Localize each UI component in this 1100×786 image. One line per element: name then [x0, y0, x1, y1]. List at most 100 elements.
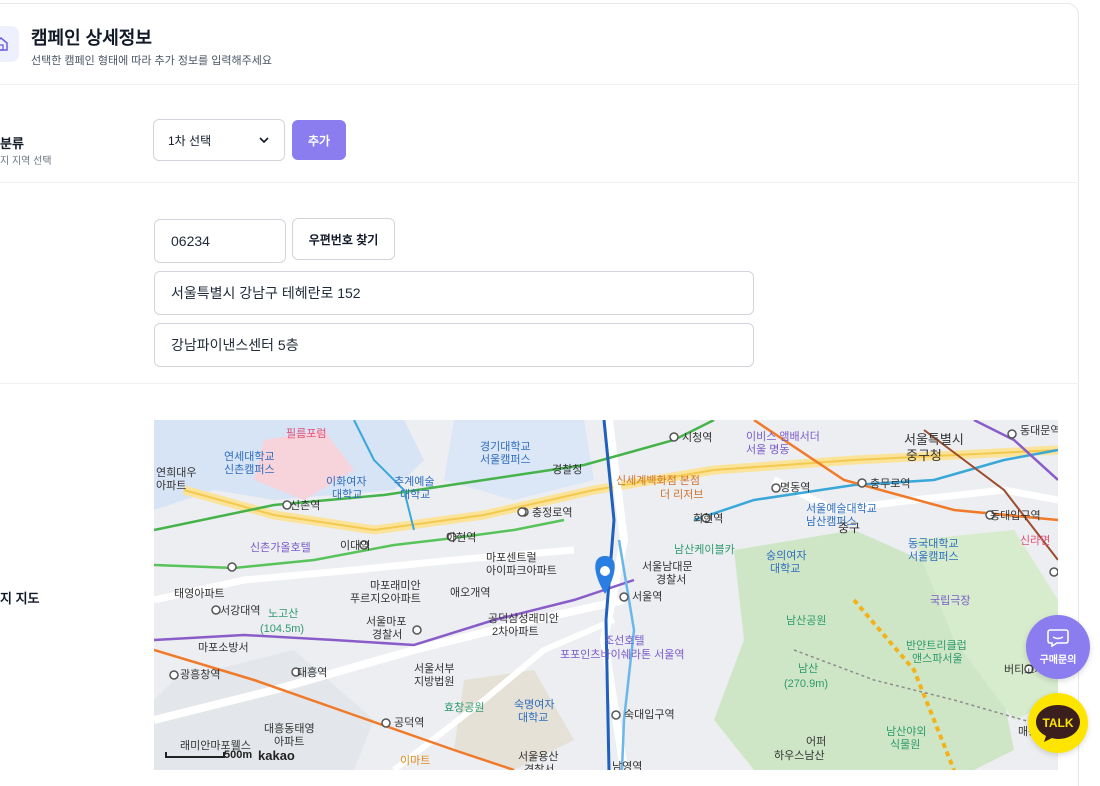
svg-text:서울캠퍼스: 서울캠퍼스 — [480, 453, 531, 466]
svg-text:중구청: 중구청 — [906, 448, 942, 463]
add-region-button[interactable]: 추가 — [292, 120, 346, 160]
svg-text:(104.5m): (104.5m) — [260, 623, 304, 635]
map-attribution: kakao — [258, 748, 295, 763]
svg-text:충정로역: 충정로역 — [532, 506, 572, 519]
svg-text:애오개역: 애오개역 — [450, 586, 490, 599]
svg-text:대흥역: 대흥역 — [297, 665, 327, 679]
svg-text:(270.9m): (270.9m) — [784, 678, 828, 690]
svg-text:연희대우: 연희대우 — [156, 466, 196, 479]
svg-text:대학교: 대학교 — [518, 711, 548, 724]
svg-text:대학교: 대학교 — [332, 488, 362, 501]
svg-text:남영역: 남영역 — [612, 760, 642, 770]
purchase-inquiry-button[interactable]: 구매문의 — [1026, 615, 1090, 679]
svg-text:어퍼: 어퍼 — [806, 735, 826, 748]
svg-text:대흥동태영: 대흥동태영 — [264, 721, 315, 735]
find-postcode-button[interactable]: 우편번호 찾기 — [292, 218, 395, 260]
svg-text:이대역: 이대역 — [340, 539, 370, 552]
postcode-input[interactable]: 06234 — [154, 219, 286, 263]
svg-text:서울캠퍼스: 서울캠퍼스 — [908, 550, 959, 563]
svg-text:앤스파서울: 앤스파서울 — [912, 652, 963, 665]
page-subtitle: 선택한 캠페인 형태에 따라 추가 정보를 입력해주세요 — [31, 55, 272, 67]
address-input[interactable]: 서울특별시 강남구 테헤란로 152 — [154, 271, 754, 315]
map-label: 지 지도 — [0, 591, 40, 606]
svg-text:경찰서: 경찰서 — [372, 628, 402, 641]
svg-text:신촌가올호텔: 신촌가올호텔 — [250, 541, 311, 554]
svg-text:경기대학교: 경기대학교 — [480, 440, 531, 453]
svg-text:충무로역: 충무로역 — [870, 477, 910, 490]
kakao-talk-button[interactable]: TALK — [1028, 693, 1088, 753]
svg-text:조선호텔: 조선호텔 — [604, 634, 644, 647]
svg-text:숙대입구역: 숙대입구역 — [624, 708, 675, 721]
svg-text:명동역: 명동역 — [780, 481, 810, 494]
divider — [0, 182, 1079, 183]
svg-text:남산공원: 남산공원 — [786, 614, 826, 627]
svg-text:이화여자: 이화여자 — [326, 475, 366, 488]
svg-text:대학교: 대학교 — [400, 488, 430, 501]
address-detail-input[interactable]: 강남파이낸스센터 5층 — [154, 323, 754, 367]
svg-text:이비스 앰배서더: 이비스 앰배서더 — [746, 430, 820, 443]
svg-text:숙명여자: 숙명여자 — [514, 698, 554, 711]
svg-text:숭의여자: 숭의여자 — [766, 549, 806, 562]
card-header: 캠페인 상세정보 선택한 캠페인 형태에 따라 추가 정보를 입력해주세요 — [0, 4, 1078, 85]
svg-text:마포소방서: 마포소방서 — [198, 641, 249, 654]
svg-text:아파트: 아파트 — [156, 479, 186, 492]
svg-text:신세계백화점 본점: 신세계백화점 본점 — [616, 474, 700, 487]
svg-text:반얀트리클럽: 반얀트리클럽 — [906, 638, 967, 652]
svg-text:서울특별시: 서울특별시 — [904, 432, 964, 447]
svg-text:서울 명동: 서울 명동 — [746, 443, 790, 456]
svg-text:남산야외: 남산야외 — [886, 725, 926, 738]
svg-text:서울서부: 서울서부 — [414, 662, 454, 675]
page-title: 캠페인 상세정보 — [31, 28, 152, 48]
svg-text:서강대역: 서강대역 — [220, 604, 260, 617]
svg-text:서울마포: 서울마포 — [366, 615, 406, 628]
svg-text:경찰청: 경찰청 — [552, 463, 582, 476]
svg-text:포포인츠바이쉐라톤 서울역: 포포인츠바이쉐라톤 서울역 — [560, 648, 685, 661]
svg-text:공덕삼성래미안: 공덕삼성래미안 — [488, 612, 559, 625]
region-select-value: 1차 선택 — [168, 133, 212, 148]
svg-text:경찰서: 경찰서 — [524, 763, 554, 770]
location-map[interactable]: 필름포럼 연세대학교 신촌캠퍼스 이화여자 대학교 추계예술 대학교 경기대학교 서울캠… — [154, 420, 1058, 770]
svg-text:공덕역: 공덕역 — [394, 716, 424, 729]
chat-bubble-icon — [1047, 628, 1069, 647]
svg-text:지방법원: 지방법원 — [414, 675, 454, 688]
svg-text:신촌역: 신촌역 — [290, 499, 320, 512]
svg-text:국립극장: 국립극장 — [930, 594, 970, 607]
svg-text:회현역: 회현역 — [693, 512, 723, 525]
svg-text:아현역: 아현역 — [446, 531, 476, 544]
svg-text:노고산: 노고산 — [268, 607, 298, 620]
svg-text:이마트: 이마트 — [400, 754, 430, 767]
svg-text:푸르지오아파트: 푸르지오아파트 — [350, 592, 421, 605]
purchase-inquiry-label: 구매문의 — [1039, 654, 1077, 666]
svg-text:추계예술: 추계예술 — [394, 475, 434, 488]
svg-text:서울남대문: 서울남대문 — [642, 560, 693, 573]
svg-text:2차아파트: 2차아파트 — [492, 625, 539, 638]
svg-text:광흥창역: 광흥창역 — [180, 667, 220, 681]
svg-text:아파트: 아파트 — [274, 735, 304, 748]
svg-text:필름포럼: 필름포럼 — [286, 427, 326, 440]
chevron-down-icon — [259, 137, 269, 144]
svg-text:서울예술대학교: 서울예술대학교 — [806, 502, 877, 515]
svg-text:효창공원: 효창공원 — [444, 701, 484, 714]
svg-text:남산케이블카: 남산케이블카 — [674, 543, 735, 556]
map-canvas[interactable]: 필름포럼 연세대학교신촌캠퍼스 이화여자대학교 추계예술대학교 경기대학교서울캠… — [154, 420, 1058, 770]
svg-text:중구: 중구 — [838, 521, 860, 535]
svg-text:식물원: 식물원 — [890, 738, 920, 751]
svg-text:남산: 남산 — [798, 662, 818, 675]
svg-text:더 리저브: 더 리저브 — [660, 488, 704, 501]
region-hint: 지 지역 선택 — [0, 156, 52, 167]
svg-text:마포래미안: 마포래미안 — [370, 579, 421, 592]
region-select[interactable]: 1차 선택 — [153, 119, 285, 161]
svg-text:신촌캠퍼스: 신촌캠퍼스 — [224, 463, 275, 476]
svg-text:서울역: 서울역 — [632, 590, 662, 603]
divider — [0, 383, 1079, 384]
svg-text:시청역: 시청역 — [682, 431, 712, 444]
svg-text:하우스남산: 하우스남산 — [774, 748, 825, 762]
svg-text:연세대학교: 연세대학교 — [224, 450, 275, 463]
svg-text:아이파크아파트: 아이파크아파트 — [486, 564, 557, 577]
svg-text:동대문역: 동대문역 — [1020, 424, 1058, 437]
svg-text:동국대학교: 동국대학교 — [908, 537, 959, 550]
map-scale: 500m — [224, 749, 253, 761]
svg-text:신라면: 신라면 — [1020, 534, 1050, 547]
svg-text:대학교: 대학교 — [770, 562, 800, 575]
svg-text:서울용산: 서울용산 — [518, 750, 558, 763]
